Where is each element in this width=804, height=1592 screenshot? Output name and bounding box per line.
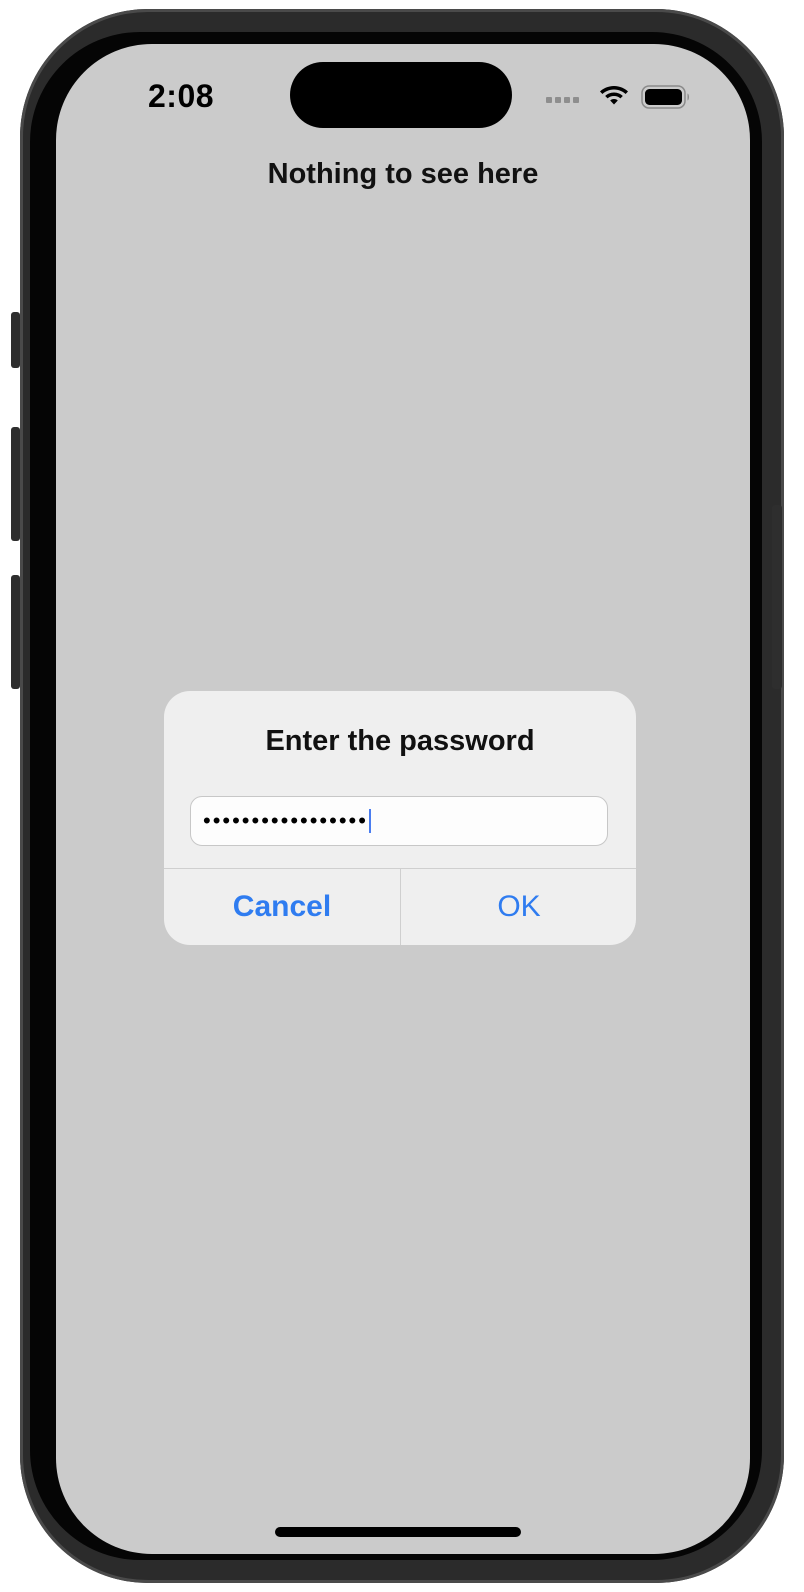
- status-icons: [546, 80, 696, 112]
- home-indicator[interactable]: [275, 1527, 521, 1537]
- dynamic-island: [290, 62, 512, 128]
- volume-down-button: [11, 575, 20, 689]
- cancel-button[interactable]: Cancel: [164, 869, 400, 945]
- battery-icon: [641, 85, 689, 109]
- power-button: [772, 505, 782, 689]
- action-button: [11, 312, 20, 368]
- cellular-signal-icon: [546, 97, 579, 103]
- screen: 2:08 Nothing to see here Enter the passw…: [56, 44, 750, 1554]
- text-cursor: [368, 809, 371, 833]
- password-value: •••••••••••••••••: [203, 808, 368, 833]
- password-alert: Enter the password ••••••••••••••••• Can…: [164, 691, 636, 945]
- page-title: Nothing to see here: [267, 158, 539, 190]
- alert-title: Enter the password: [265, 725, 535, 757]
- password-field[interactable]: •••••••••••••••••: [190, 796, 608, 846]
- volume-up-button: [11, 427, 20, 541]
- wifi-icon: [600, 86, 628, 105]
- status-time: 2:08: [148, 78, 215, 114]
- ok-button[interactable]: OK: [401, 869, 636, 945]
